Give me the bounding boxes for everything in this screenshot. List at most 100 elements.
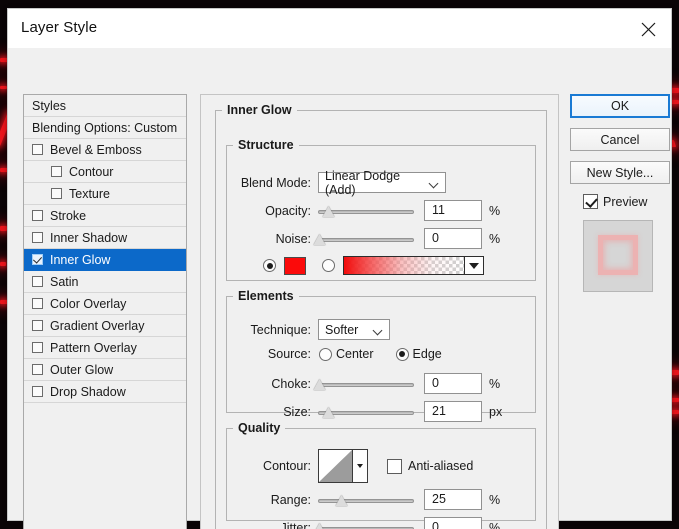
ok-button[interactable]: OK — [570, 94, 670, 118]
checkbox-inner-glow[interactable] — [32, 254, 43, 265]
layer-style-dialog: Layer Style Styles Blending Options: Cus… — [7, 8, 672, 529]
size-row: Size: 21 px — [227, 401, 527, 422]
range-label: Range: — [270, 492, 311, 507]
sidebar-item-pattern-overlay[interactable]: Pattern Overlay — [24, 337, 186, 359]
jitter-slider-thumb[interactable] — [313, 523, 326, 529]
contour-picker[interactable] — [318, 449, 368, 483]
size-slider-thumb[interactable] — [322, 407, 335, 418]
contour-row: Contour: Anti-aliased — [227, 449, 527, 483]
checkbox-pattern-overlay[interactable] — [32, 342, 43, 353]
checkbox-texture[interactable] — [51, 188, 62, 199]
structure-group-title: Structure — [238, 138, 294, 152]
range-unit: % — [489, 492, 501, 507]
action-panel: OK Cancel New Style... Preview — [570, 94, 670, 292]
sidebar-item-label: Drop Shadow — [50, 384, 126, 399]
sidebar-item-label: Color Overlay — [50, 296, 127, 311]
checkbox-drop-shadow[interactable] — [32, 386, 43, 397]
preview-thumbnail — [583, 220, 653, 292]
glow-streak — [0, 226, 7, 231]
checkbox-outer-glow[interactable] — [32, 364, 43, 375]
range-slider-thumb[interactable] — [336, 495, 349, 506]
checkbox-anti-aliased[interactable] — [387, 458, 402, 474]
choke-slider-track — [318, 382, 414, 387]
dialog-body: Styles Blending Options: Custom Bevel & … — [8, 49, 671, 529]
blend-mode-label: Blend Mode: — [240, 175, 311, 190]
styles-header-label: Styles — [32, 98, 67, 113]
gradient-preview — [344, 257, 464, 274]
sidebar-item-bevel-emboss[interactable]: Bevel & Emboss — [24, 139, 186, 161]
sidebar-item-color-overlay[interactable]: Color Overlay — [24, 293, 186, 315]
technique-select[interactable]: Softer — [318, 319, 390, 340]
checkbox-bevel-emboss[interactable] — [32, 144, 43, 155]
sidebar-item-label: Satin — [50, 274, 79, 289]
sidebar-item-inner-glow[interactable]: Inner Glow — [24, 249, 186, 271]
opacity-slider-thumb[interactable] — [322, 206, 335, 217]
preview-glow-shape — [598, 235, 638, 275]
opacity-input[interactable]: 11 — [424, 200, 482, 221]
radio-source-center[interactable] — [319, 347, 332, 361]
range-slider-track — [318, 498, 414, 503]
styles-list-header[interactable]: Styles — [24, 95, 186, 117]
glow-gradient-picker[interactable] — [343, 256, 484, 275]
checkbox-satin[interactable] — [32, 276, 43, 287]
opacity-slider[interactable] — [318, 203, 414, 219]
opacity-unit: % — [489, 203, 501, 218]
close-icon[interactable] — [625, 9, 671, 49]
size-slider[interactable] — [318, 404, 414, 420]
size-input[interactable]: 21 — [424, 401, 482, 422]
sidebar-item-satin[interactable]: Satin — [24, 271, 186, 293]
choke-slider-thumb[interactable] — [313, 379, 326, 390]
radio-source-edge[interactable] — [395, 347, 409, 361]
blend-mode-select[interactable]: Linear Dodge (Add) — [318, 169, 446, 197]
choke-slider[interactable] — [318, 376, 414, 392]
noise-slider-thumb[interactable] — [313, 234, 326, 245]
checkbox-gradient-overlay[interactable] — [32, 320, 43, 331]
gradient-dropdown-icon[interactable] — [464, 257, 483, 274]
sidebar-item-contour[interactable]: Contour — [24, 161, 186, 183]
sidebar-item-drop-shadow[interactable]: Drop Shadow — [24, 381, 186, 403]
source-center-label: Center — [336, 347, 374, 361]
contour-dropdown-icon[interactable] — [352, 450, 367, 482]
glow-color-swatch[interactable] — [284, 256, 306, 275]
anti-aliased-label: Anti-aliased — [408, 459, 474, 473]
checkbox-inner-shadow[interactable] — [32, 232, 43, 243]
blend-mode-row: Blend Mode: Linear Dodge (Add) — [227, 169, 527, 197]
noise-unit: % — [489, 231, 501, 246]
preview-toggle[interactable]: Preview — [583, 194, 670, 209]
sidebar-item-gradient-overlay[interactable]: Gradient Overlay — [24, 315, 186, 337]
sidebar-item-inner-shadow[interactable]: Inner Shadow — [24, 227, 186, 249]
glow-fill-row — [263, 256, 523, 275]
linear-contour-icon — [319, 450, 353, 482]
new-style-button[interactable]: New Style... — [570, 161, 670, 184]
elements-group: Elements Technique: Softer Source: Cente… — [226, 289, 536, 422]
technique-label: Technique: — [250, 322, 311, 337]
opacity-label: Opacity: — [265, 203, 311, 218]
noise-slider[interactable] — [318, 231, 414, 247]
settings-pane: Inner Glow Structure Blend Mode: Linear … — [200, 94, 559, 529]
sidebar-item-label: Stroke — [50, 208, 87, 223]
glow-streak — [0, 262, 6, 266]
range-slider[interactable] — [318, 492, 414, 508]
choke-input[interactable]: 0 — [424, 373, 482, 394]
cancel-button[interactable]: Cancel — [570, 128, 670, 151]
noise-input[interactable]: 0 — [424, 228, 482, 249]
checkbox-contour[interactable] — [51, 166, 62, 177]
preview-label: Preview — [603, 194, 648, 209]
sidebar-item-stroke[interactable]: Stroke — [24, 205, 186, 227]
checkbox-stroke[interactable] — [32, 210, 43, 221]
checkbox-preview[interactable] — [583, 194, 598, 209]
range-input[interactable]: 25 — [424, 489, 482, 510]
radio-glow-color[interactable] — [263, 259, 276, 272]
sidebar-item-outer-glow[interactable]: Outer Glow — [24, 359, 186, 381]
quality-group-title: Quality — [238, 421, 281, 435]
blending-options-label: Blending Options: Custom — [32, 120, 178, 135]
noise-row: Noise: 0 % — [227, 228, 527, 249]
radio-glow-gradient[interactable] — [322, 259, 335, 272]
sidebar-item-label: Gradient Overlay — [50, 318, 145, 333]
sidebar-item-texture[interactable]: Texture — [24, 183, 186, 205]
chevron-down-icon — [367, 320, 389, 339]
inner-glow-group-title: Inner Glow — [227, 103, 292, 117]
checkbox-color-overlay[interactable] — [32, 298, 43, 309]
blending-options-row[interactable]: Blending Options: Custom — [24, 117, 186, 139]
jitter-label: Jitter: — [280, 520, 311, 529]
